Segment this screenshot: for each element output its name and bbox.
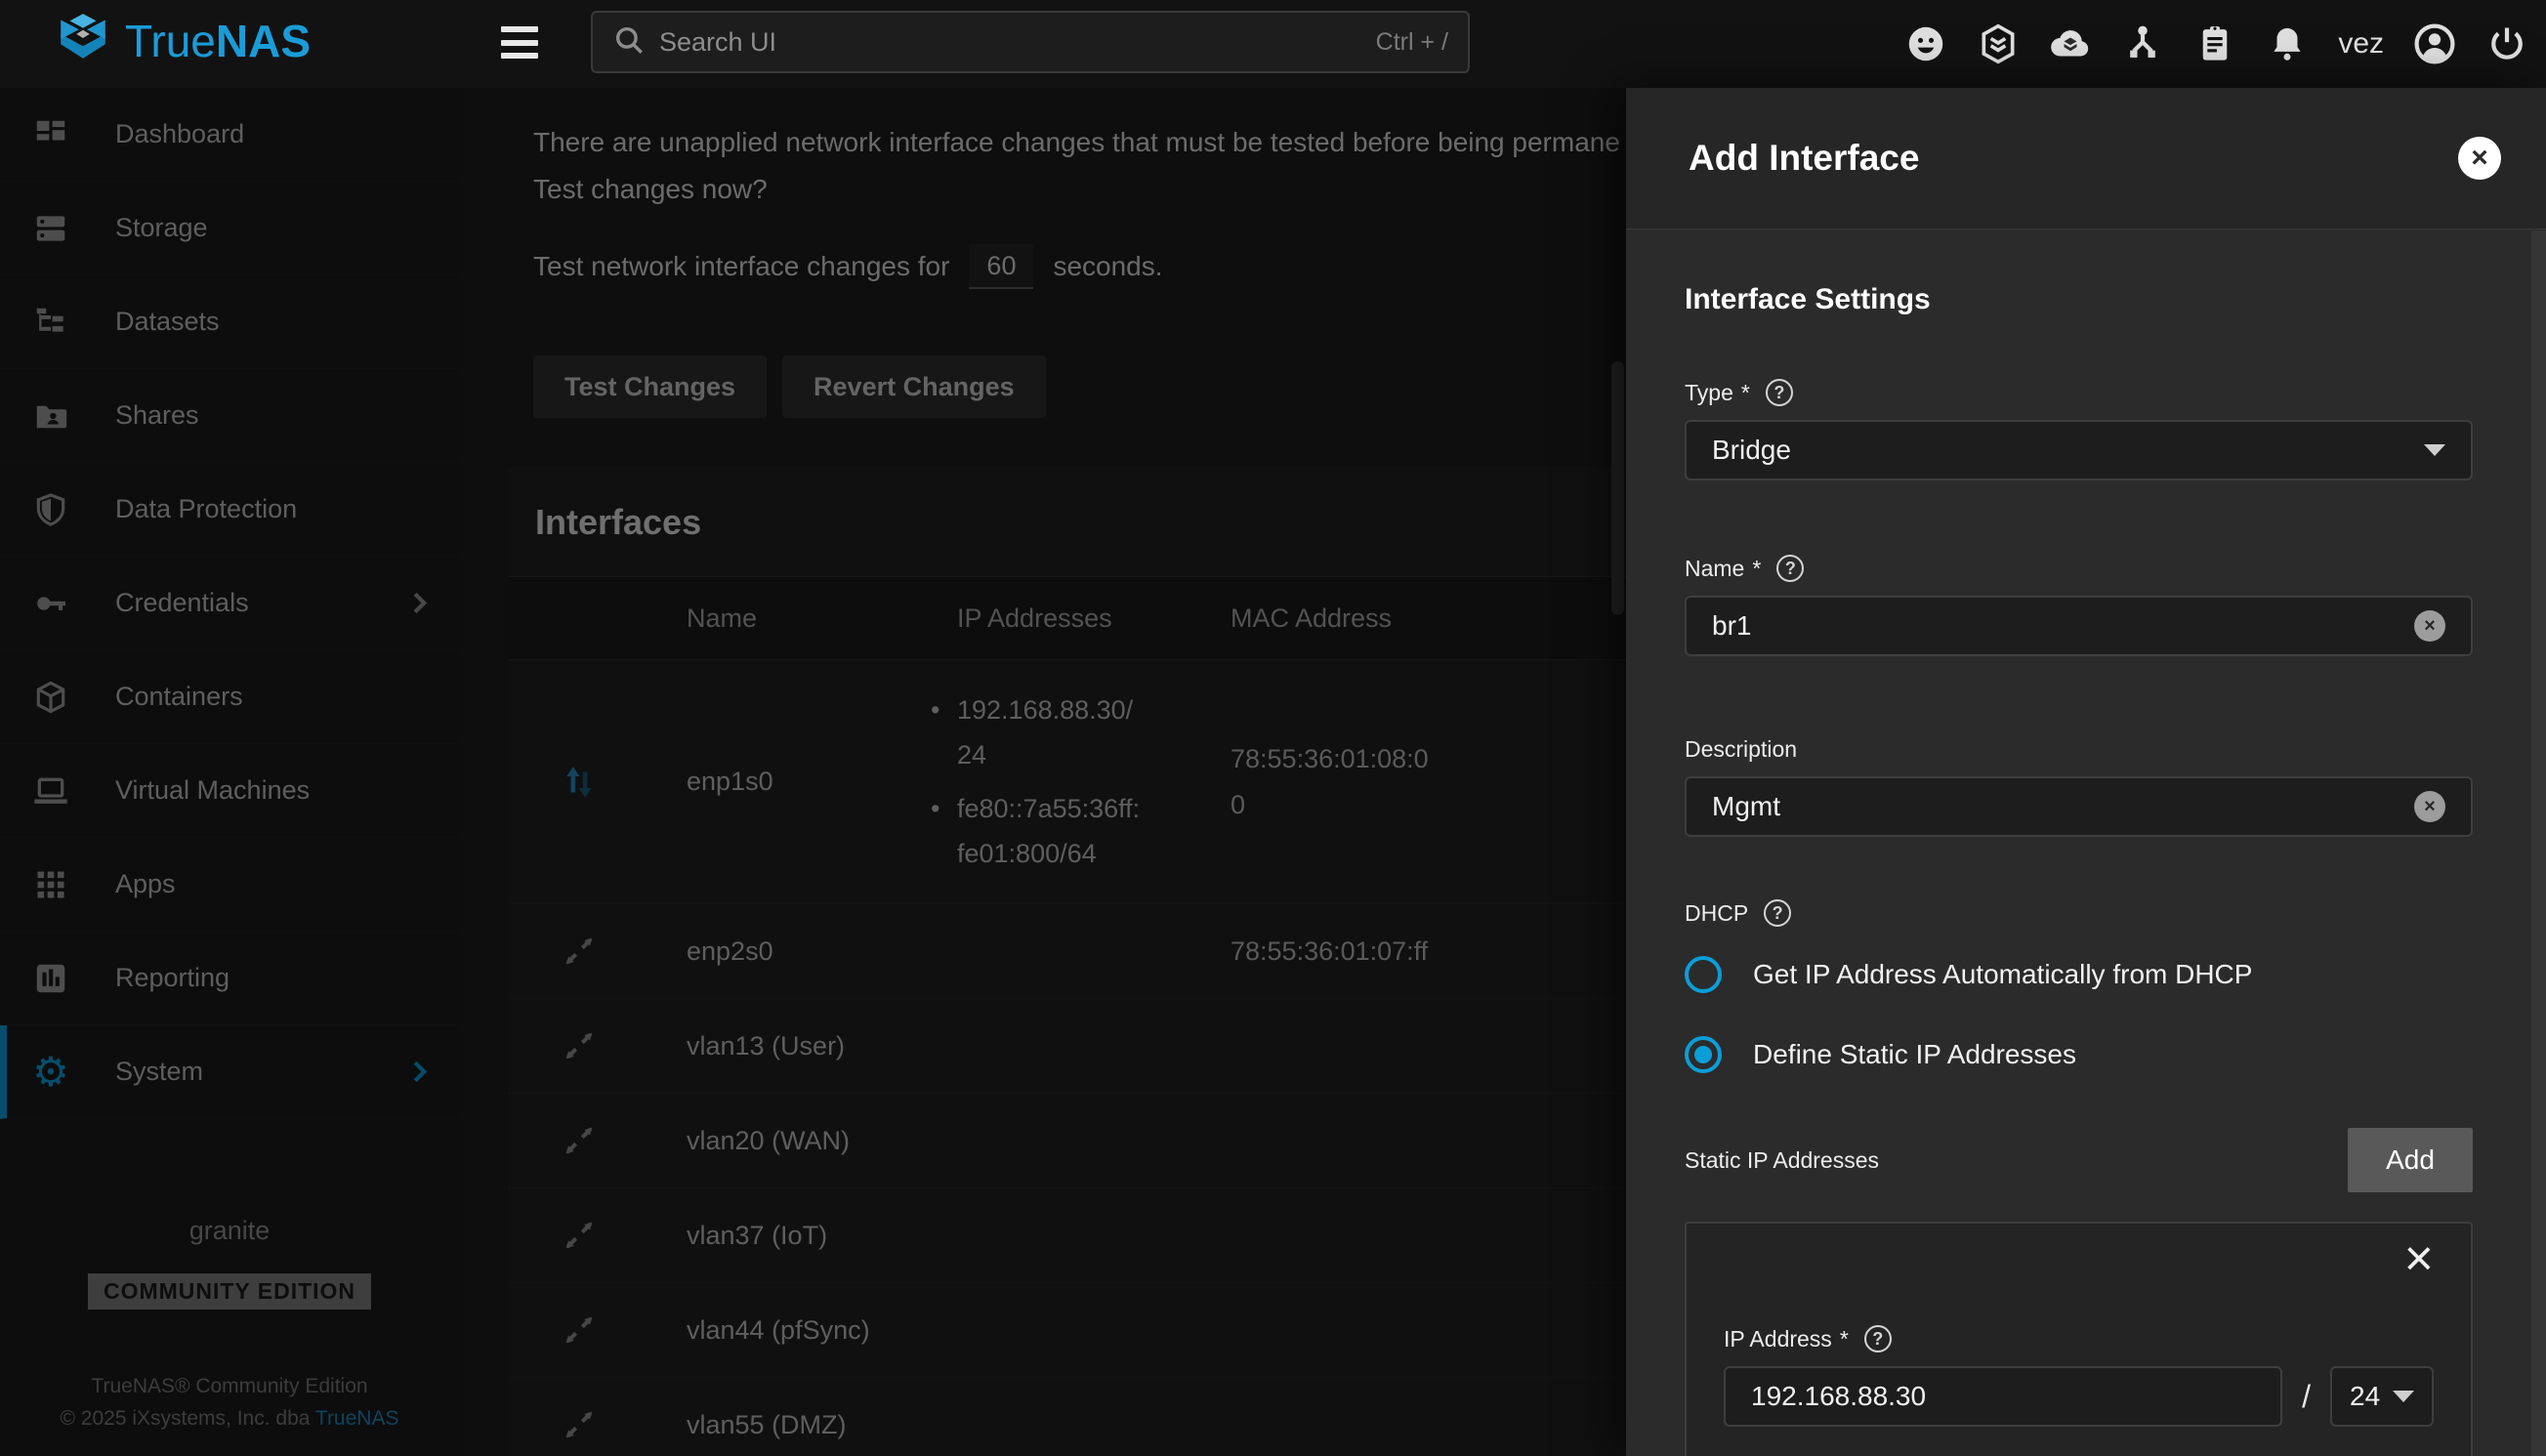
clear-icon[interactable]: ×	[2414, 791, 2445, 822]
name-label-row: Name * ?	[1685, 555, 2473, 582]
menu-icon[interactable]	[501, 26, 538, 59]
dhcp-label-row: DHCP ?	[1685, 899, 2473, 927]
dhcp-radio-option[interactable]: Get IP Address Automatically from DHCP	[1685, 956, 2473, 993]
ip-address-input[interactable]	[1751, 1381, 2255, 1412]
chevron-down-icon	[2393, 1391, 2414, 1402]
ip-address-input-row: / 24	[1724, 1366, 2434, 1427]
ip-address-label: IP Address	[1724, 1326, 1832, 1352]
drawer-title: Add Interface	[1689, 138, 1919, 179]
type-select-value: Bridge	[1712, 435, 1791, 466]
drawer-body: Interface Settings Type * ? Bridge Name …	[1626, 230, 2531, 1456]
help-icon[interactable]: ?	[1864, 1325, 1892, 1352]
ip-address-label-row: IP Address * ?	[1724, 1325, 2434, 1352]
alerts-bell-icon[interactable]	[2264, 21, 2311, 67]
dhcp-label: DHCP	[1685, 900, 1748, 927]
top-bar: TrueNAS Ctrl + /	[0, 0, 2546, 88]
truenas-logo-icon	[55, 13, 111, 68]
releases-stack-icon[interactable]	[1975, 21, 2022, 67]
close-icon[interactable]: ×	[2458, 137, 2501, 180]
avatar-icon[interactable]	[2411, 21, 2458, 67]
name-input-wrap: ×	[1685, 596, 2473, 656]
clear-icon[interactable]: ×	[2414, 610, 2445, 642]
radio-unselected-icon[interactable]	[1685, 956, 1722, 993]
cidr-separator: /	[2302, 1379, 2311, 1415]
help-icon[interactable]: ?	[1764, 899, 1791, 927]
power-icon[interactable]	[2483, 21, 2530, 67]
netmask-select[interactable]: 24	[2330, 1366, 2434, 1427]
drawer-scrollbar[interactable]	[2531, 230, 2546, 1456]
description-label: Description	[1685, 736, 1797, 763]
section-title: Interface Settings	[1685, 283, 2473, 316]
type-label: Type	[1685, 380, 1733, 406]
required-asterisk: *	[1840, 1326, 1849, 1352]
static-radio-option[interactable]: Define Static IP Addresses	[1685, 1036, 2473, 1073]
jobs-icon[interactable]	[2119, 21, 2166, 67]
add-interface-drawer: Add Interface × Interface Settings Type …	[1626, 88, 2546, 1456]
search-icon	[612, 23, 646, 62]
tasks-clipboard-icon[interactable]	[2191, 21, 2238, 67]
type-select[interactable]: Bridge	[1685, 420, 2473, 480]
drawer-header: Add Interface ×	[1626, 88, 2546, 229]
truenas-app: TrueNAS Ctrl + /	[0, 0, 2546, 1456]
description-field-group: Description ×	[1685, 736, 2473, 837]
truenas-logo[interactable]: TrueNAS	[55, 13, 311, 68]
remove-entry-icon[interactable]: ×	[2404, 1233, 2434, 1284]
feedback-smiley-icon[interactable]	[1902, 21, 1949, 67]
search-input[interactable]	[659, 27, 1362, 58]
dhcp-radio-label: Get IP Address Automatically from DHCP	[1753, 959, 2252, 990]
help-icon[interactable]: ?	[1776, 555, 1804, 582]
required-asterisk: *	[1752, 556, 1761, 582]
radio-selected-icon[interactable]	[1685, 1036, 1722, 1073]
truenas-logo-text: TrueNAS	[125, 15, 311, 67]
ip-address-input-wrap	[1724, 1366, 2282, 1427]
static-radio-label: Define Static IP Addresses	[1753, 1039, 2076, 1070]
truecloud-icon[interactable]	[2047, 21, 2094, 67]
chevron-down-icon	[2424, 444, 2445, 456]
required-asterisk: *	[1741, 380, 1750, 406]
search-bar[interactable]: Ctrl + /	[591, 11, 1470, 73]
top-bar-actions: vez	[1902, 0, 2530, 88]
description-input[interactable]	[1712, 791, 2414, 822]
description-input-wrap: ×	[1685, 776, 2473, 837]
description-label-row: Description	[1685, 736, 2473, 763]
name-field-group: Name * ? ×	[1685, 555, 2473, 656]
add-ip-button[interactable]: Add	[2348, 1128, 2473, 1192]
username-label[interactable]: vez	[2336, 27, 2386, 61]
name-label: Name	[1685, 556, 1744, 582]
type-label-row: Type * ?	[1685, 379, 2473, 406]
static-ip-entry-card: × IP Address * ? / 24	[1685, 1222, 2473, 1456]
search-shortcut-hint: Ctrl + /	[1376, 28, 1448, 57]
static-ips-label: Static IP Addresses	[1685, 1147, 1879, 1174]
help-icon[interactable]: ?	[1766, 379, 1793, 406]
type-field-group: Type * ? Bridge	[1685, 379, 2473, 480]
static-ips-header: Static IP Addresses Add	[1685, 1128, 2473, 1192]
name-input[interactable]	[1712, 610, 2414, 642]
netmask-select-value: 24	[2350, 1381, 2380, 1412]
